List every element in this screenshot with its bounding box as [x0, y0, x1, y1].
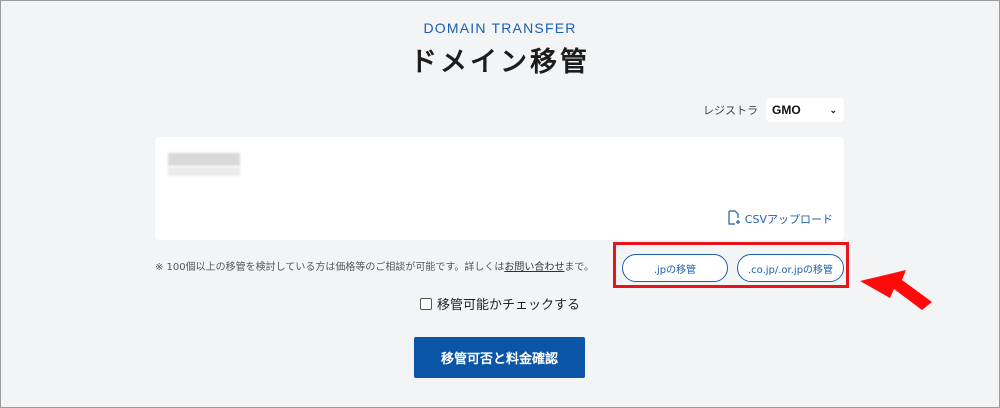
co-jp-transfer-button[interactable]: .co.jp/.or.jpの移管	[737, 254, 844, 282]
note-text-end: まで。	[564, 262, 594, 273]
domain-list-textarea[interactable]: CSVアップロード	[155, 137, 844, 240]
csv-upload-button[interactable]: CSVアップロード	[727, 210, 833, 228]
bulk-transfer-note: ※ 100個以上の移管を検討している方は価格等のご相談が可能です。詳しくはお問い…	[155, 258, 594, 273]
transfer-check-option[interactable]: 移管可能かチェックする	[0, 294, 1000, 313]
page-title: ドメイン移管	[410, 47, 590, 78]
file-upload-icon	[727, 210, 741, 228]
transfer-check-label: 移管可能かチェックする	[436, 298, 580, 313]
transfer-check-checkbox[interactable]	[419, 297, 432, 310]
csv-upload-label: CSVアップロード	[744, 213, 833, 226]
section-eyebrow: DOMAIN TRANSFER	[423, 20, 577, 36]
check-price-submit-button[interactable]: 移管可否と料金確認	[414, 337, 585, 378]
jp-transfer-button[interactable]: .jpの移管	[622, 254, 728, 282]
registrar-select[interactable]: GMO ⌄	[766, 98, 844, 122]
blurred-domain-text	[168, 153, 240, 166]
contact-link[interactable]: お問い合わせ	[504, 262, 564, 273]
blurred-domain-text	[168, 167, 240, 176]
chevron-down-icon: ⌄	[829, 104, 837, 115]
registrar-selected-value: GMO	[772, 103, 801, 117]
registrar-selector: レジストラ GMO ⌄	[703, 98, 844, 122]
registrar-label: レジストラ	[703, 104, 758, 117]
note-text: ※ 100個以上の移管を検討している方は価格等のご相談が可能です。詳しくは	[155, 262, 505, 273]
